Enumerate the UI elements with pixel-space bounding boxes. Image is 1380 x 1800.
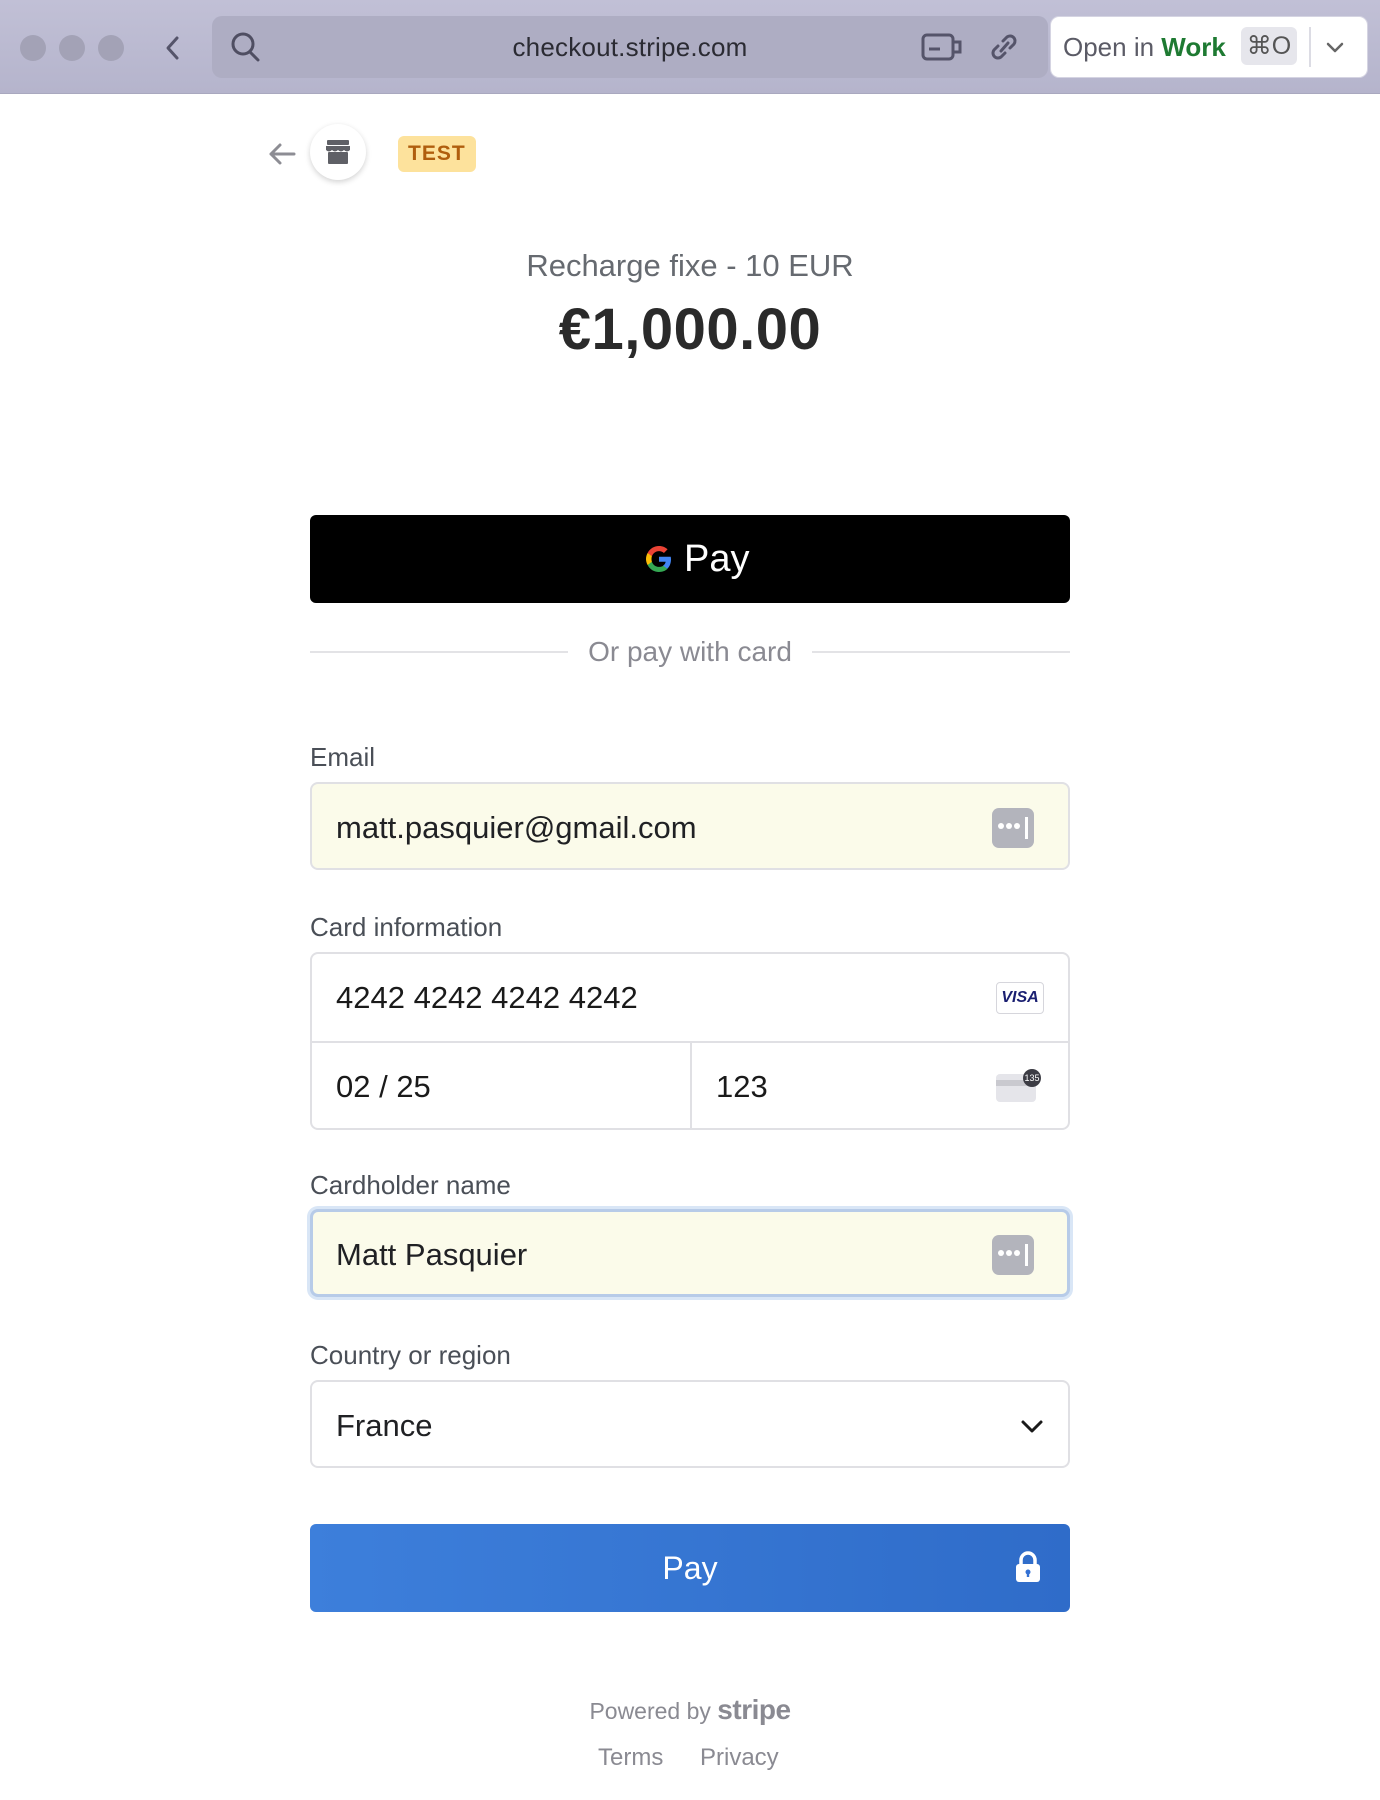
country-value: France: [336, 1408, 433, 1443]
shortcut-badge: ⌘O: [1241, 27, 1297, 65]
chevron-down-icon: [1021, 1420, 1043, 1433]
google-pay-button[interactable]: Pay: [310, 515, 1070, 603]
test-mode-badge: TEST: [398, 136, 476, 172]
link-icon[interactable]: [986, 30, 1022, 64]
email-label: Email: [310, 742, 376, 772]
address-bar[interactable]: checkout.stripe.com: [212, 16, 1048, 78]
card-expiry-field[interactable]: 02 / 25: [336, 1069, 431, 1105]
card-cvc-field[interactable]: 123: [716, 1069, 768, 1105]
minimize-window-button[interactable]: [59, 35, 85, 61]
pay-button[interactable]: Pay: [310, 1524, 1070, 1612]
total-amount: €1,000.00: [558, 297, 822, 362]
product-name: Recharge fixe - 10 EUR: [526, 248, 854, 283]
or-pay-with-card-label: Or pay with card: [588, 636, 792, 667]
maximize-window-button[interactable]: [98, 35, 124, 61]
country-label: Country or region: [310, 1340, 511, 1370]
powered-by-stripe[interactable]: Powered by stripe: [0, 1694, 1380, 1726]
autofill-key-icon[interactable]: [992, 808, 1034, 848]
cvc-hint-text: 135: [1024, 1073, 1039, 1083]
open-in-work-button[interactable]: Open in Work ⌘O: [1050, 16, 1368, 78]
autofill-key-icon[interactable]: [992, 1235, 1034, 1275]
card-divider-vertical: [690, 1043, 692, 1128]
open-in-work-label: Open in Work: [1063, 32, 1226, 62]
lock-icon: [1016, 1551, 1040, 1582]
store-icon: [326, 140, 350, 164]
cardholder-name-value: Matt Pasquier: [336, 1237, 528, 1272]
back-arrow-icon[interactable]: [266, 140, 298, 168]
browser-toolbar: checkout.stripe.com Open in Work ⌘O: [0, 0, 1380, 94]
email-field[interactable]: matt.pasquier@gmail.com: [310, 782, 1070, 870]
pay-button-label: Pay: [662, 1550, 718, 1586]
close-window-button[interactable]: [20, 35, 46, 61]
cardholder-name-field[interactable]: Matt Pasquier: [310, 1209, 1070, 1297]
country-select[interactable]: France: [310, 1380, 1070, 1468]
powered-by-label: Powered by: [589, 1698, 711, 1724]
extension-icon[interactable]: [920, 30, 964, 64]
google-pay-label: Pay: [684, 537, 750, 580]
stripe-logo: stripe: [717, 1694, 791, 1725]
chevron-down-icon[interactable]: [1323, 35, 1347, 59]
email-value: matt.pasquier@gmail.com: [336, 810, 697, 845]
privacy-link[interactable]: Privacy: [700, 1744, 779, 1772]
card-information-group: 4242 4242 4242 4242 VISA 02 / 25 123 135: [310, 952, 1070, 1130]
cvc-card-icon: 135: [996, 1069, 1041, 1102]
merchant-logo[interactable]: [310, 124, 366, 180]
terms-link[interactable]: Terms: [598, 1744, 663, 1772]
separator: [1309, 27, 1311, 67]
cardholder-name-label: Cardholder name: [310, 1170, 511, 1200]
card-number-field[interactable]: 4242 4242 4242 4242: [336, 980, 638, 1016]
google-g-icon: [646, 546, 671, 572]
visa-icon: VISA: [996, 982, 1044, 1014]
browser-back-icon[interactable]: [160, 30, 186, 66]
card-information-label: Card information: [310, 912, 503, 942]
